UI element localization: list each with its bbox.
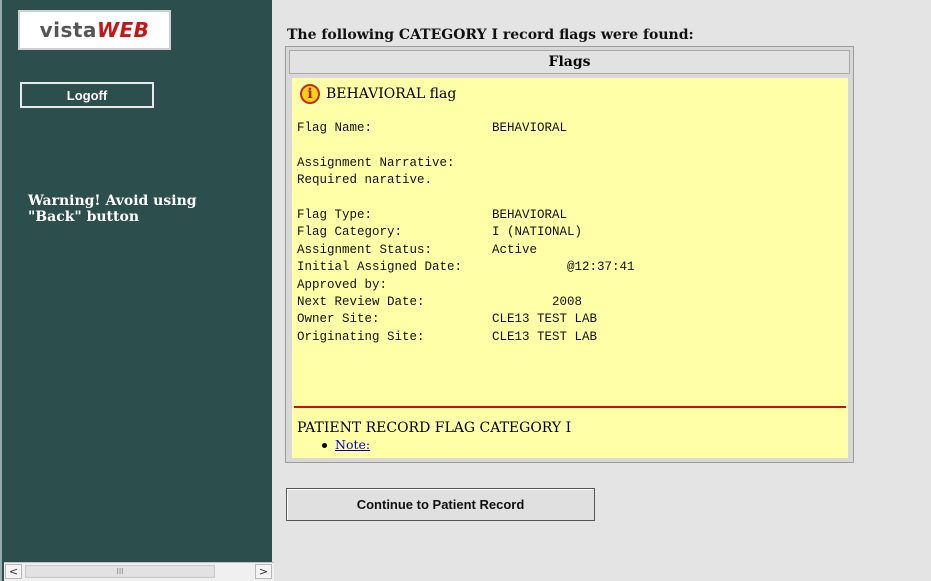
chevron-right-icon[interactable]: > (255, 564, 272, 579)
list-item: Note: (322, 437, 370, 452)
flag-title: BEHAVIORAL flag (326, 86, 457, 102)
flag-title-row: i BEHAVIORAL flag (300, 84, 456, 104)
flags-panel: Flags i BEHAVIORAL flag Flag Name: BEHAV… (285, 46, 854, 463)
back-button-warning: Warning! Avoid using "Back" button (28, 193, 248, 225)
logo-text-vista: vista (39, 18, 97, 42)
warning-line-1: Warning! Avoid using (28, 193, 197, 209)
note-link[interactable]: Note: (335, 437, 370, 452)
flag-detail-box: i BEHAVIORAL flag Flag Name: BEHAVIORAL … (292, 78, 848, 458)
category-title: PATIENT RECORD FLAG CATEGORY I (297, 420, 572, 436)
info-icon: i (300, 84, 320, 104)
bullet (322, 443, 327, 448)
logoff-button[interactable]: Logoff (20, 82, 154, 108)
left-frame: vista WEB Logoff Warning! Avoid using "Ba… (0, 0, 274, 581)
scrollbar-thumb[interactable]: III (25, 565, 215, 578)
page-heading: The following CATEGORY I record flags we… (287, 27, 694, 43)
flag-details: Flag Name: BEHAVIORAL Assignment Narrati… (297, 121, 635, 344)
horizontal-scrollbar[interactable]: < III > (4, 562, 274, 581)
chevron-left-icon[interactable]: < (5, 564, 22, 579)
continue-to-patient-record-button[interactable]: Continue to Patient Record (286, 488, 595, 521)
warning-line-2: "Back" button (28, 209, 140, 225)
flags-panel-header: Flags (289, 50, 850, 74)
logo-text-web: WEB (96, 18, 150, 42)
vistaweb-logo: vista WEB (18, 10, 171, 50)
section-divider (294, 406, 846, 408)
